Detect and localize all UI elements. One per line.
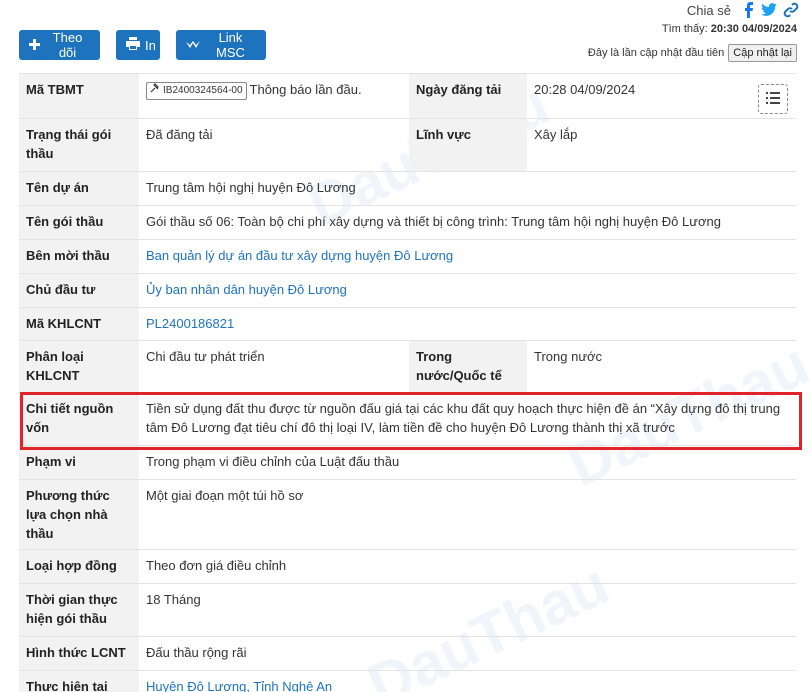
found-time-value: 20:30 04/09/2024 bbox=[710, 23, 797, 35]
row-funding: Chi tiết nguồn vốn Tiền sử dụng đất thu … bbox=[19, 392, 796, 446]
row-method: Phương thức lựa chọn nhà thầu Một giai đ… bbox=[19, 479, 796, 550]
form-value: Đấu thầu rộng rãi bbox=[139, 636, 796, 671]
tbmt-value: IB2400324564-00 Thông báo lần đầu. bbox=[139, 73, 409, 119]
share-bar: Chia sẻ bbox=[687, 2, 799, 18]
post-date-value: 20:28 04/09/2024 bbox=[534, 82, 636, 97]
row-location: Thực hiện tại Huyện Đô Lương, Tỉnh Nghệ … bbox=[19, 670, 796, 692]
row-project: Tên dự án Trung tâm hội nghị huyện Đô Lư… bbox=[19, 171, 796, 206]
row-tbmt: Mã TBMT IB2400324564-00 Thông báo lần đầ… bbox=[19, 73, 796, 119]
investor-label: Chủ đầu tư bbox=[19, 273, 139, 308]
found-label: Tìm thấy: bbox=[661, 23, 708, 35]
follow-label: Theo dõi bbox=[52, 30, 83, 60]
project-label: Tên dự án bbox=[19, 171, 139, 206]
inviter-link[interactable]: Ban quản lý dự án đầu tư xây dựng huyện … bbox=[146, 248, 453, 263]
funding-label: Chi tiết nguồn vốn bbox=[19, 392, 139, 446]
row-scope: Phạm vi Trong phạm vi điều chỉnh của Luậ… bbox=[19, 445, 796, 480]
method-label: Phương thức lựa chọn nhà thầu bbox=[19, 479, 139, 550]
contract-label: Loại hợp đồng bbox=[19, 549, 139, 584]
tbmt-label: Mã TBMT bbox=[19, 73, 139, 119]
row-status: Trạng thái gói thầu Đã đăng tải Lĩnh vực… bbox=[19, 118, 796, 172]
share-label: Chia sẻ bbox=[686, 2, 731, 18]
row-duration: Thời gian thực hiện gói thầu 18 Tháng bbox=[19, 583, 796, 637]
link-msc-label: Link MSC bbox=[216, 30, 245, 60]
status-value: Đã đăng tải bbox=[139, 118, 409, 172]
duration-label: Thời gian thực hiện gói thầu bbox=[19, 583, 139, 637]
list-toggle-button[interactable] bbox=[758, 84, 788, 114]
facebook-icon[interactable] bbox=[741, 2, 755, 18]
khlcnt-cell: PL2400186821 bbox=[139, 307, 796, 341]
tbmt-code: IB2400324564-00 bbox=[163, 85, 243, 97]
form-label: Hình thức LCNT bbox=[19, 636, 139, 671]
method-value: Một giai đoạn một túi hồ sơ bbox=[139, 479, 796, 550]
found-time: Tìm thấy: 20:30 04/09/2024 bbox=[662, 23, 797, 35]
toolbar: Theo dõi In Link MSC bbox=[19, 30, 266, 60]
list-icon bbox=[766, 90, 780, 109]
investor-link[interactable]: Ủy ban nhân dân huyện Đô Lương bbox=[146, 282, 347, 297]
scope-value: Trong phạm vi điều chỉnh của Luật đấu th… bbox=[139, 445, 796, 480]
location-label: Thực hiện tại bbox=[19, 670, 139, 692]
row-form: Hình thức LCNT Đấu thầu rộng rãi bbox=[19, 636, 796, 671]
classify-label: Phân loại KHLCNT bbox=[19, 340, 139, 393]
print-label: In bbox=[145, 37, 156, 53]
twitter-icon[interactable] bbox=[761, 3, 777, 17]
row-khlcnt: Mã KHLCNT PL2400186821 bbox=[19, 307, 796, 341]
inviter-cell: Ban quản lý dự án đầu tư xây dựng huyện … bbox=[139, 239, 796, 274]
status-label: Trạng thái gói thầu bbox=[19, 118, 139, 172]
row-package: Tên gói thầu Gói thầu số 06: Toàn bộ chi… bbox=[19, 205, 796, 240]
print-button[interactable]: In bbox=[116, 30, 160, 60]
follow-button[interactable]: Theo dõi bbox=[19, 30, 100, 60]
domestic-value: Trong nước bbox=[527, 340, 796, 393]
investor-cell: Ủy ban nhân dân huyện Đô Lương bbox=[139, 273, 796, 308]
row-investor: Chủ đầu tư Ủy ban nhân dân huyện Đô Lươn… bbox=[19, 273, 796, 308]
plus-icon bbox=[29, 38, 40, 53]
tbmt-code-badge[interactable]: IB2400324564-00 bbox=[146, 81, 247, 100]
printer-icon bbox=[126, 37, 140, 53]
scope-label: Phạm vi bbox=[19, 445, 139, 480]
khlcnt-label: Mã KHLCNT bbox=[19, 307, 139, 341]
package-label: Tên gói thầu bbox=[19, 205, 139, 240]
khlcnt-link[interactable]: PL2400186821 bbox=[146, 316, 234, 331]
gavel-icon bbox=[150, 81, 160, 100]
field-value: Xây lắp bbox=[527, 118, 796, 172]
domestic-label: Trong nước/Quốc tế bbox=[409, 340, 527, 393]
link-icon[interactable] bbox=[783, 2, 799, 18]
update-row: Đây là lần cập nhật đầu tiên Cập nhật lạ… bbox=[588, 44, 797, 62]
inviter-label: Bên mời thầu bbox=[19, 239, 139, 274]
link-msc-button[interactable]: Link MSC bbox=[176, 30, 266, 60]
update-button[interactable]: Cập nhật lại bbox=[728, 44, 797, 62]
post-date-cell: 20:28 04/09/2024 bbox=[527, 73, 796, 119]
row-inviter: Bên mời thầu Ban quản lý dự án đầu tư xâ… bbox=[19, 239, 796, 274]
update-note: Đây là lần cập nhật đầu tiên bbox=[587, 47, 725, 59]
row-contract: Loại hợp đồng Theo đơn giá điều chỉnh bbox=[19, 549, 796, 584]
tbmt-note: Thông báo lần đầu. bbox=[249, 82, 362, 97]
tender-info-table: Mã TBMT IB2400324564-00 Thông báo lần đầ… bbox=[19, 73, 796, 692]
project-value: Trung tâm hội nghị huyện Đô Lương bbox=[139, 171, 796, 206]
classify-value: Chi đầu tư phát triển bbox=[139, 340, 409, 393]
row-classify: Phân loại KHLCNT Chi đầu tư phát triển T… bbox=[19, 340, 796, 393]
post-date-label: Ngày đăng tải bbox=[409, 73, 527, 119]
funding-value: Tiền sử dụng đất thu được từ nguồn đấu g… bbox=[139, 392, 796, 446]
package-value: Gói thầu số 06: Toàn bộ chi phí xây dựng… bbox=[139, 205, 796, 240]
msc-logo-icon bbox=[186, 38, 200, 53]
location-cell: Huyện Đô Lương, Tỉnh Nghệ An bbox=[139, 670, 796, 692]
contract-value: Theo đơn giá điều chỉnh bbox=[139, 549, 796, 584]
duration-value: 18 Tháng bbox=[139, 583, 796, 637]
location-link[interactable]: Huyện Đô Lương, Tỉnh Nghệ An bbox=[146, 679, 332, 692]
field-label: Lĩnh vực bbox=[409, 118, 527, 172]
